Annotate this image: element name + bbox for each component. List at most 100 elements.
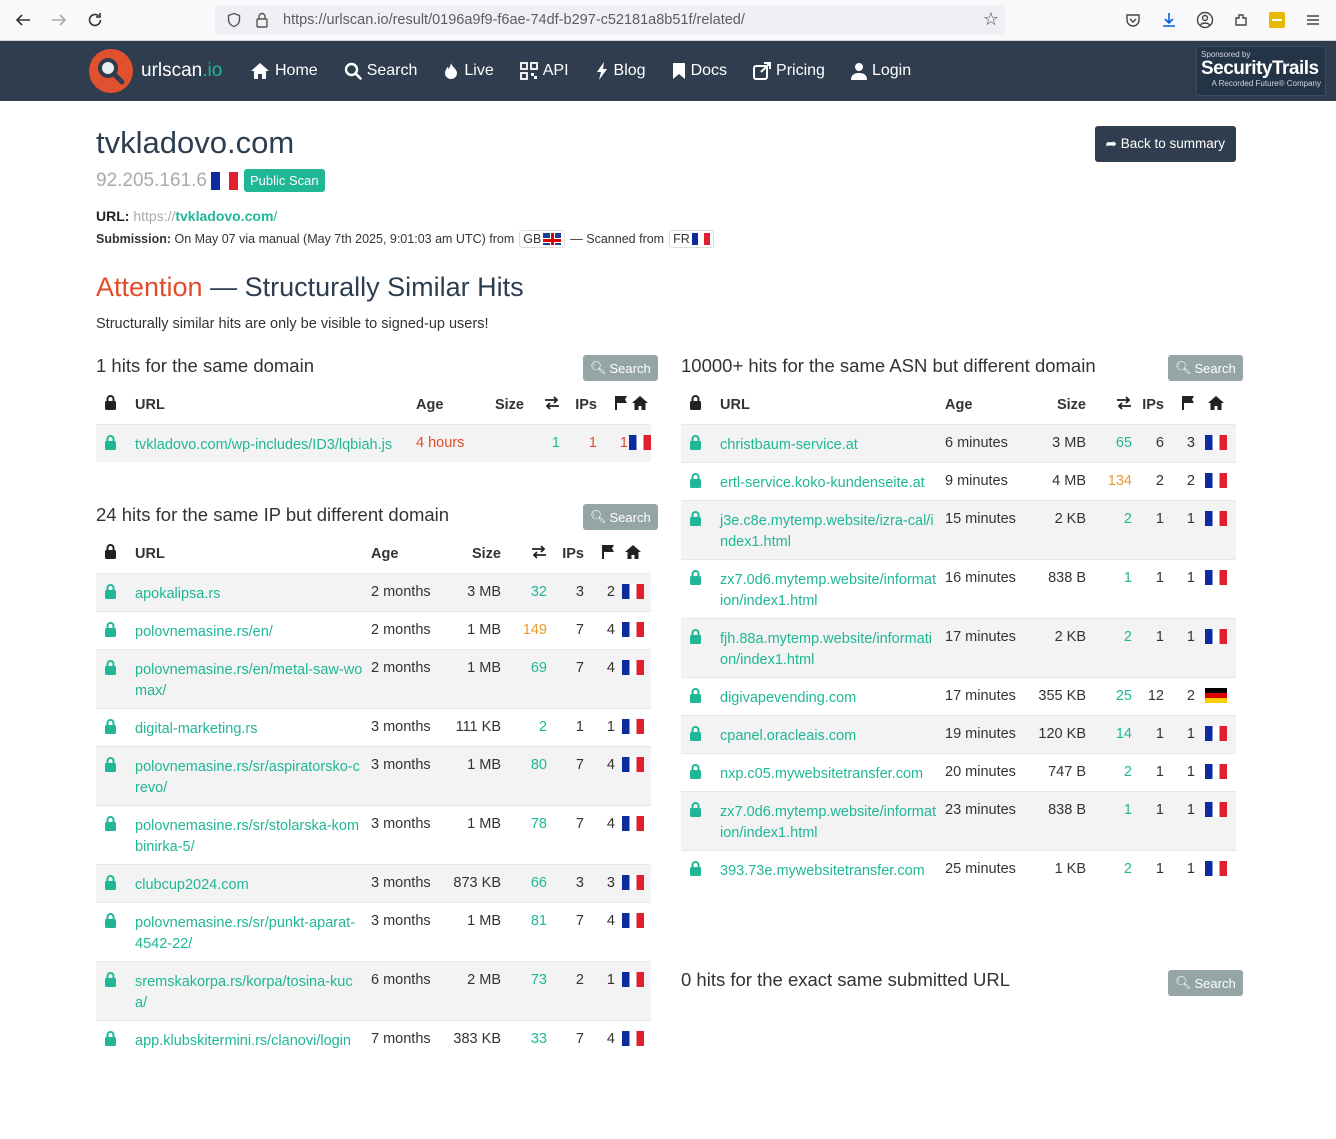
result-age: 15 minutes <box>945 499 1029 559</box>
sponsor-banner[interactable]: Sponsored by SecurityTrails A Recorded F… <box>1196 46 1326 96</box>
result-url-link[interactable]: christbaum-service.at <box>720 437 858 453</box>
table-row[interactable]: j3e.c8e.mytemp.website/izra-cal/index1.h… <box>681 499 1236 559</box>
result-requests: 65 <box>1086 423 1132 462</box>
table-row[interactable]: polovnemasine.rs/sr/aspiratorsko-crevo/ … <box>96 745 651 805</box>
menu-icon[interactable] <box>1300 6 1326 34</box>
back-to-summary-button[interactable]: ➦ Back to summary <box>1094 126 1236 162</box>
nav-pricing[interactable]: Pricing <box>753 62 825 80</box>
table-row[interactable]: christbaum-service.at 6 minutes 3 MB 65 … <box>681 423 1236 462</box>
result-url-link[interactable]: 393.73e.mywebsitetransfer.com <box>720 863 925 879</box>
result-size: 355 KB <box>1029 676 1086 715</box>
table-row[interactable]: cpanel.oracleais.com 19 minutes 120 KB 1… <box>681 714 1236 753</box>
result-url-link[interactable]: ertl-service.koko-kundenseite.at <box>720 475 925 491</box>
nav-blog[interactable]: Blog <box>595 62 646 80</box>
scanned-url-link[interactable]: https://tvkladovo.com/ <box>133 208 277 224</box>
url-text[interactable]: https://urlscan.io/result/0196a9f9-f6ae-… <box>283 12 745 28</box>
table-row[interactable]: polovnemasine.rs/sr/stolarska-kombinirka… <box>96 804 651 864</box>
same-asn-search-button[interactable]: 🔍︎ Search <box>1168 355 1243 381</box>
table-row[interactable]: polovnemasine.rs/en/metal-saw-womax/ 2 m… <box>96 648 651 708</box>
table-row[interactable]: sremskakorpa.rs/korpa/tosina-kuca/ 6 mon… <box>96 960 651 1020</box>
table-row[interactable]: digivapevending.com 17 minutes 355 KB 25… <box>681 676 1236 715</box>
result-url-link[interactable]: cpanel.oracleais.com <box>720 728 856 744</box>
nav-live[interactable]: Live <box>443 62 494 80</box>
result-url-link[interactable]: tvkladovo.com/wp-includes/ID3/lqbiah.js <box>135 437 392 453</box>
table-row[interactable]: nxp.c05.mywebsitetransfer.com 20 minutes… <box>681 752 1236 791</box>
extension-yellow-icon[interactable] <box>1264 6 1290 34</box>
result-ips: 2 <box>547 960 584 1020</box>
result-url-link[interactable]: apokalipsa.rs <box>135 586 220 602</box>
ip-address[interactable]: 92.205.161.6 <box>96 170 207 192</box>
result-age: 4 hours <box>416 423 476 462</box>
forward-arrow-icon[interactable] <box>41 2 77 38</box>
nav-label-docs: Docs <box>690 62 728 79</box>
nav-docs[interactable]: Docs <box>672 62 727 80</box>
table-row[interactable]: zx7.0d6.mytemp.website/information/index… <box>681 558 1236 618</box>
result-age: 7 months <box>371 1019 443 1058</box>
result-flags: 2 <box>1164 461 1195 500</box>
result-url-link[interactable]: sremskakorpa.rs/korpa/tosina-kuca/ <box>135 974 353 1011</box>
nav-search[interactable]: Search <box>344 62 417 80</box>
result-url-link[interactable]: j3e.c8e.mytemp.website/izra-cal/index1.h… <box>720 513 934 550</box>
result-ips: 12 <box>1132 676 1164 715</box>
same-domain-search-button[interactable]: 🔍︎ Search <box>583 355 658 381</box>
reload-icon[interactable] <box>77 2 113 38</box>
shield-icon[interactable] <box>223 9 245 31</box>
result-url-link[interactable]: nxp.c05.mywebsitetransfer.com <box>720 766 923 782</box>
result-url-link[interactable]: zx7.0d6.mytemp.website/information/index… <box>720 572 936 609</box>
result-ips: 7 <box>547 901 584 961</box>
table-row[interactable]: digital-marketing.rs 3 months 111 KB 2 1… <box>96 707 651 746</box>
result-age: 16 minutes <box>945 558 1029 618</box>
nav-login[interactable]: Login <box>850 62 911 80</box>
address-bar[interactable]: https://urlscan.io/result/0196a9f9-f6ae-… <box>215 5 1005 35</box>
nav-api[interactable]: API <box>519 62 569 80</box>
result-requests: 2 <box>1086 617 1132 677</box>
table-row[interactable]: polovnemasine.rs/en/ 2 months 1 MB 149 7… <box>96 610 651 649</box>
table-row[interactable]: polovnemasine.rs/sr/punkt-aparat-4542-22… <box>96 901 651 961</box>
result-url-link[interactable]: polovnemasine.rs/sr/punkt-aparat-4542-22… <box>135 915 355 952</box>
result-ips: 7 <box>547 804 584 864</box>
table-row[interactable]: 393.73e.mywebsitetransfer.com 25 minutes… <box>681 849 1236 888</box>
result-url-link[interactable]: fjh.88a.mytemp.website/information/index… <box>720 631 932 668</box>
result-age: 3 months <box>371 863 443 902</box>
lock-icon <box>681 461 720 500</box>
bookmark-star-icon[interactable]: ☆ <box>983 9 999 30</box>
result-url-link[interactable]: polovnemasine.rs/sr/stolarska-kombinirka… <box>135 818 359 855</box>
result-url-link[interactable]: app.klubskitermini.rs/clanovi/login <box>135 1033 351 1049</box>
submission-label: Submission: <box>96 232 172 246</box>
requests-column-icon <box>1086 386 1132 424</box>
lock-icon <box>96 1019 135 1058</box>
table-row[interactable]: app.klubskitermini.rs/clanovi/login 7 mo… <box>96 1019 651 1058</box>
pocket-icon[interactable] <box>1120 6 1146 34</box>
result-url-link[interactable]: polovnemasine.rs/sr/aspiratorsko-crevo/ <box>135 759 360 796</box>
lock-icon <box>96 960 135 1020</box>
lock-icon <box>681 849 720 888</box>
result-requests: 69 <box>501 648 547 708</box>
table-row[interactable]: fjh.88a.mytemp.website/information/index… <box>681 617 1236 677</box>
attention-subtitle: Structurally similar hits are only be vi… <box>96 316 489 332</box>
urlscan-logo[interactable]: urlscan.io <box>89 49 222 93</box>
result-url-link[interactable]: clubcup2024.com <box>135 877 249 893</box>
table-header-row: URL Age Size IPs <box>96 535 651 573</box>
result-url-link[interactable]: digivapevending.com <box>720 690 856 706</box>
table-row[interactable]: clubcup2024.com 3 months 873 KB 66 3 3 <box>96 863 651 902</box>
result-size: 1 MB <box>443 745 501 805</box>
result-url-link[interactable]: polovnemasine.rs/en/metal-saw-womax/ <box>135 662 362 699</box>
extensions-icon[interactable] <box>1228 6 1254 34</box>
fire-icon <box>445 63 458 79</box>
result-url-link[interactable]: digital-marketing.rs <box>135 721 258 737</box>
table-row[interactable]: tvkladovo.com/wp-includes/ID3/lqbiah.js … <box>96 423 651 462</box>
result-age: 9 minutes <box>945 461 1029 500</box>
table-row[interactable]: apokalipsa.rs 2 months 3 MB 32 3 2 <box>96 572 651 611</box>
nav-home[interactable]: Home <box>250 62 318 80</box>
result-ips: 1 <box>547 707 584 746</box>
download-icon[interactable] <box>1156 6 1182 34</box>
same-ip-search-button[interactable]: 🔍︎ Search <box>583 504 658 530</box>
result-url-link[interactable]: polovnemasine.rs/en/ <box>135 624 273 640</box>
result-url-link[interactable]: zx7.0d6.mytemp.website/information/index… <box>720 804 936 841</box>
exact-url-search-button[interactable]: 🔍︎ Search <box>1168 970 1243 996</box>
lock-icon[interactable] <box>251 9 273 31</box>
table-row[interactable]: ertl-service.koko-kundenseite.at 9 minut… <box>681 461 1236 500</box>
table-row[interactable]: zx7.0d6.mytemp.website/information/index… <box>681 790 1236 850</box>
account-icon[interactable] <box>1192 6 1218 34</box>
back-arrow-icon[interactable] <box>5 2 41 38</box>
